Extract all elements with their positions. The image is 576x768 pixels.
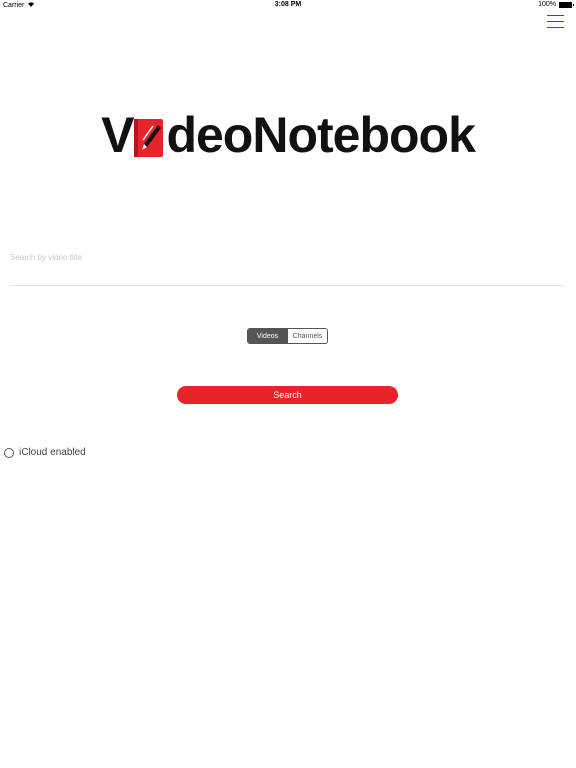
app-screen: Carrier 3:08 PM 100% V deoNotebook Searc… [0,0,576,768]
videos-channels-segmented-control: Videos Channels [247,328,328,344]
app-logo: V deoNotebook [0,108,576,162]
hamburger-menu-icon[interactable] [547,15,564,30]
icloud-toggle[interactable]: iCloud enabled [4,447,86,458]
icloud-label: iCloud enabled [19,447,86,458]
segment-videos[interactable]: Videos [248,329,287,343]
status-right: 100% [538,1,574,8]
logo-text-end: deoNotebook [166,107,475,163]
search-input[interactable] [10,250,564,286]
segment-channels[interactable]: Channels [287,329,327,343]
logo-text-start: V [101,107,134,163]
radio-circle-icon[interactable] [4,447,14,458]
status-time: 3:08 PM [274,1,302,8]
pencil-notebook-icon [131,117,165,159]
search-button[interactable]: Search [177,386,398,404]
battery-icon [559,1,574,8]
status-bar: Carrier 3:08 PM 100% [0,0,576,10]
battery-percent: 100% [538,1,556,8]
